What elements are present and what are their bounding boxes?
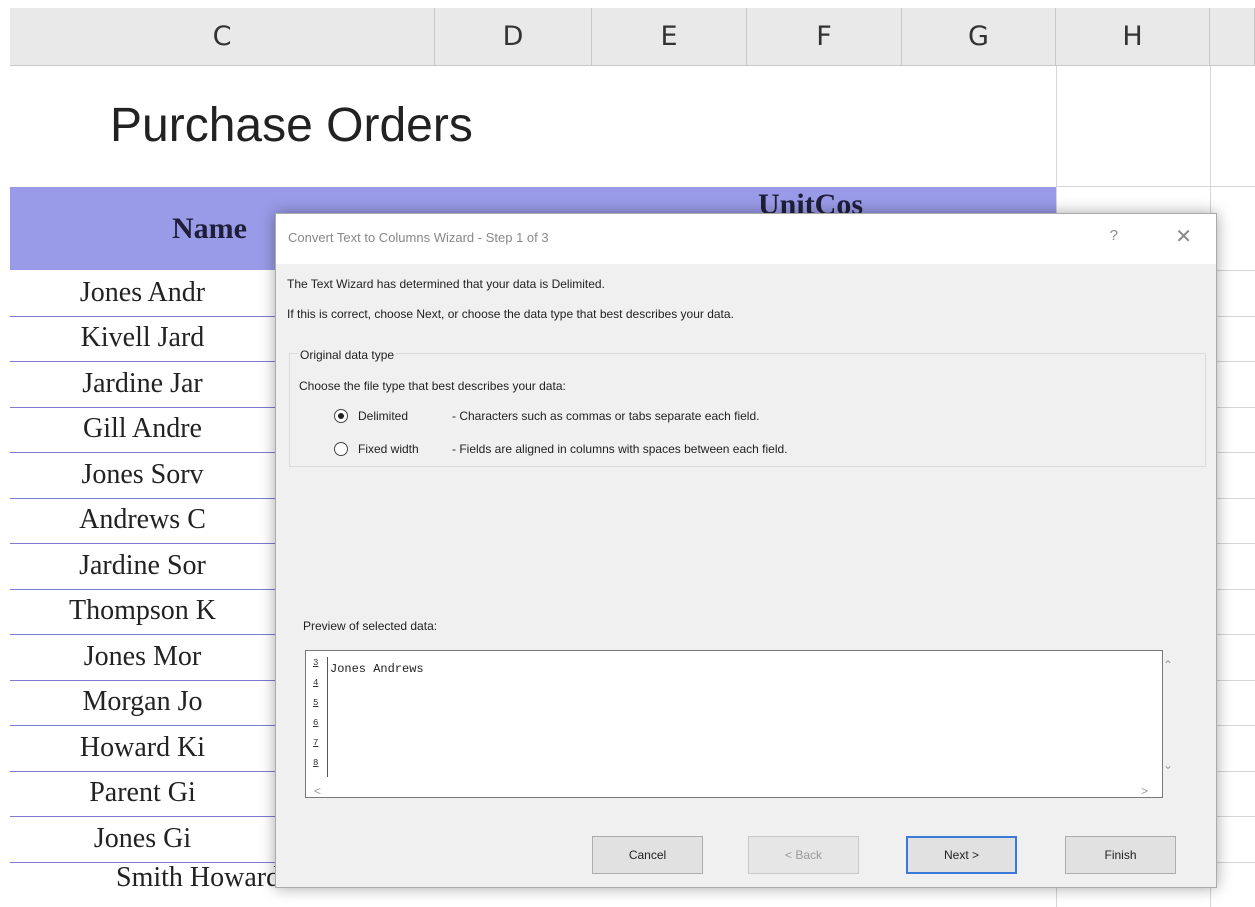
name-cell[interactable]: Kivell Jard: [10, 322, 275, 354]
scroll-up-icon[interactable]: ⌃: [1163, 658, 1173, 672]
column-header-f[interactable]: F: [747, 8, 902, 66]
grid-line: [1056, 186, 1255, 187]
preview-row-number: 7: [313, 738, 319, 748]
next-button[interactable]: Next >: [906, 836, 1017, 874]
fixed-width-description: - Fields are aligned in columns with spa…: [452, 442, 788, 456]
name-cell[interactable]: Andrews C: [10, 504, 275, 536]
delimited-description: - Characters such as commas or tabs sepa…: [452, 409, 760, 423]
fixed-width-label[interactable]: Fixed width: [358, 442, 419, 456]
column-header-next[interactable]: [1210, 8, 1255, 66]
dialog-title: Convert Text to Columns Wizard - Step 1 …: [288, 230, 549, 245]
preview-row-gutter: 3 4 5 6 7 8: [309, 657, 328, 777]
cancel-button[interactable]: Cancel: [592, 836, 703, 874]
preview-label: Preview of selected data:: [303, 619, 438, 633]
delimited-label[interactable]: Delimited: [358, 409, 408, 423]
name-cell[interactable]: Parent Gi: [10, 777, 275, 809]
intro-line-1: The Text Wizard has determined that your…: [287, 277, 605, 291]
convert-text-wizard-dialog: Convert Text to Columns Wizard - Step 1 …: [275, 213, 1217, 888]
preview-row-number: 4: [313, 678, 319, 688]
back-button[interactable]: < Back: [748, 836, 859, 874]
preview-line: Jones Andrews: [330, 662, 424, 676]
name-cell[interactable]: Jones Mor: [10, 641, 275, 673]
dialog-titlebar[interactable]: Convert Text to Columns Wizard - Step 1 …: [276, 214, 1216, 264]
preview-row-number: 3: [313, 658, 319, 668]
name-cell[interactable]: Jones Sorv: [10, 459, 275, 491]
column-header-h[interactable]: H: [1056, 8, 1210, 66]
name-cell[interactable]: Jardine Jar: [10, 368, 275, 400]
delimited-radio[interactable]: [334, 409, 348, 423]
preview-row-number: 8: [313, 758, 319, 768]
group-prompt: Choose the file type that best describes…: [299, 379, 566, 393]
column-header-e[interactable]: E: [592, 8, 747, 66]
close-icon[interactable]: ✕: [1175, 224, 1192, 249]
scroll-right-icon[interactable]: >: [1141, 784, 1148, 798]
name-cell[interactable]: Thompson K: [10, 595, 275, 627]
column-header-d[interactable]: D: [435, 8, 592, 66]
finish-button[interactable]: Finish: [1065, 836, 1176, 874]
name-cell[interactable]: Smith Howard: [116, 862, 280, 894]
name-cell[interactable]: Howard Ki: [10, 732, 275, 764]
scroll-down-icon[interactable]: ⌄: [1163, 758, 1173, 772]
data-preview[interactable]: 3 4 5 6 7 8 Jones Andrews: [305, 650, 1163, 798]
column-header-c[interactable]: C: [10, 8, 435, 66]
name-cell[interactable]: Jardine Sor: [10, 550, 275, 582]
header-name[interactable]: Name: [172, 212, 247, 246]
help-icon[interactable]: ?: [1110, 227, 1118, 244]
fixed-width-radio[interactable]: [334, 442, 348, 456]
preview-row-number: 6: [313, 718, 319, 728]
group-label: Original data type: [298, 348, 397, 362]
scroll-left-icon[interactable]: <: [314, 784, 321, 798]
column-header-g[interactable]: G: [902, 8, 1056, 66]
name-cell[interactable]: Jones Gi: [10, 823, 275, 855]
name-cell[interactable]: Jones Andr: [10, 277, 275, 309]
name-cell[interactable]: Gill Andre: [10, 413, 275, 445]
name-cell[interactable]: Morgan Jo: [10, 686, 275, 718]
sheet-title[interactable]: Purchase Orders: [110, 98, 473, 153]
intro-line-2: If this is correct, choose Next, or choo…: [287, 307, 734, 321]
preview-row-number: 5: [313, 698, 319, 708]
